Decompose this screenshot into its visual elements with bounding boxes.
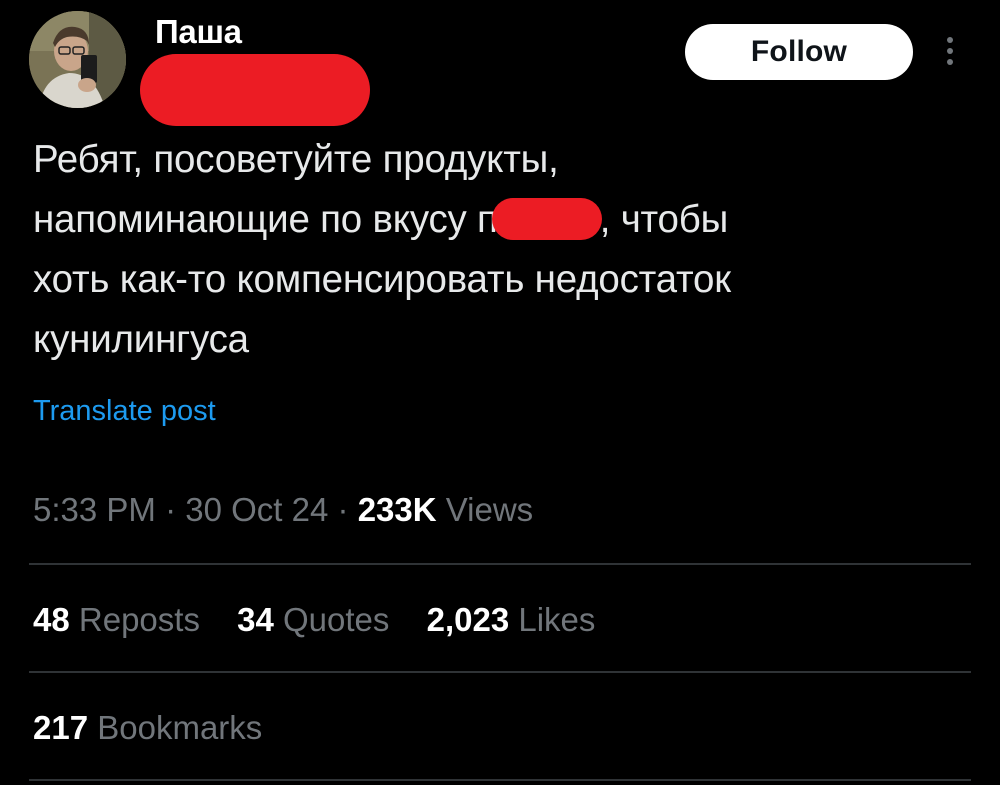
likes-stat[interactable]: 2,023 Likes — [427, 601, 596, 638]
meta-separator: · — [165, 491, 177, 528]
bookmarks-stat[interactable]: 217 Bookmarks — [33, 708, 262, 748]
views-label: Views — [445, 491, 534, 528]
divider — [29, 779, 971, 781]
meta-separator: · — [337, 491, 349, 528]
quotes-label: Quotes — [283, 601, 390, 638]
more-options-button[interactable] — [938, 34, 962, 70]
text-redaction — [491, 198, 602, 240]
profile-photo — [29, 11, 126, 108]
tweet-time[interactable]: 5:33 PM — [33, 491, 156, 528]
quotes-count: 34 — [237, 601, 274, 638]
tweet-text: Ребят, посоветуйте продукты, напоминающи… — [33, 130, 953, 370]
likes-count: 2,023 — [426, 601, 510, 638]
divider — [29, 671, 971, 673]
views-count: 233K — [357, 491, 437, 528]
reposts-label: Reposts — [78, 601, 200, 638]
more-vertical-icon — [947, 37, 953, 65]
follow-button[interactable]: Follow — [685, 24, 913, 80]
tweet-text-line: хоть как-то компенсировать недостаток — [33, 258, 731, 301]
tweet-date[interactable]: 30 Oct 24 — [185, 491, 328, 528]
avatar[interactable] — [29, 11, 126, 108]
reposts-count: 48 — [33, 601, 70, 638]
tweet-text-line: кунилингуса — [33, 318, 249, 361]
bookmarks-count: 217 — [33, 709, 89, 746]
divider — [29, 563, 971, 565]
bookmarks-label: Bookmarks — [97, 709, 263, 746]
tweet-text-fragment: напоминающие по вкусу п — [33, 198, 498, 241]
tweet-meta: 5:33 PM · 30 Oct 24 · 233K Views — [33, 490, 533, 530]
tweet-text-line: напоминающие по вкусу п , чтобы — [33, 190, 953, 250]
reposts-stat[interactable]: 48 Reposts — [33, 601, 200, 638]
translate-post-link[interactable]: Translate post — [33, 394, 216, 428]
author-display-name[interactable]: Паша — [155, 14, 242, 50]
author-handle-redaction — [140, 54, 370, 126]
quotes-stat[interactable]: 34 Quotes — [237, 601, 389, 638]
tweet-text-fragment: , чтобы — [599, 198, 729, 241]
engagement-stats: 48 Reposts 34 Quotes 2,023 Likes — [33, 600, 623, 640]
likes-label: Likes — [518, 601, 596, 638]
tweet-text-line: Ребят, посоветуйте продукты, — [33, 138, 559, 181]
